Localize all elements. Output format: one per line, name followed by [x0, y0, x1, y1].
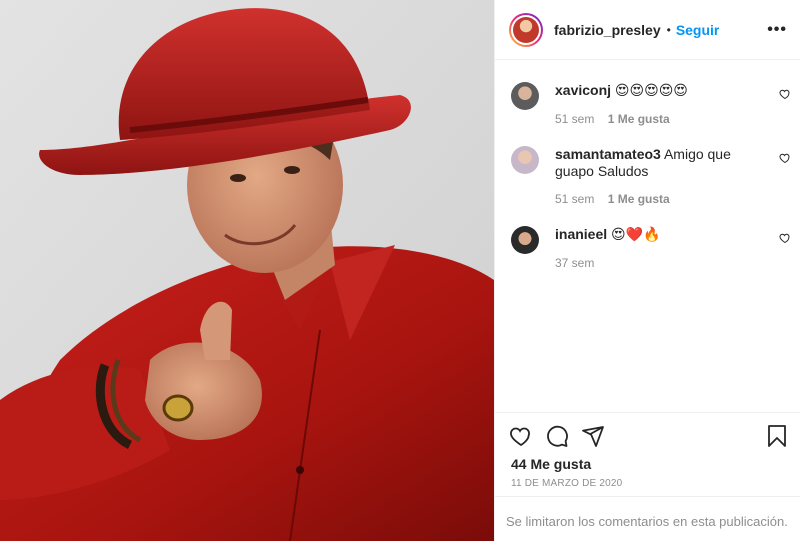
author-avatar[interactable] — [509, 12, 543, 47]
comment-meta: 51 sem 1 Me gusta — [555, 112, 670, 126]
comment-text: 😍❤️🔥 — [611, 226, 661, 242]
bookmark-icon[interactable] — [765, 424, 789, 448]
post-side-panel: fabrizio_presley • Seguir ••• xaviconj 😍… — [494, 0, 800, 541]
post-actions: 44 Me gusta 11 DE MARZO DE 2020 Se limit… — [495, 412, 800, 541]
action-bar — [509, 424, 789, 450]
heart-icon[interactable] — [509, 424, 533, 448]
author-avatar-image — [513, 16, 539, 43]
comment-icon[interactable] — [545, 424, 569, 448]
comment-time[interactable]: 51 sem — [555, 112, 594, 126]
post-date[interactable]: 11 DE MARZO DE 2020 — [511, 478, 622, 489]
post-header: fabrizio_presley • Seguir ••• — [495, 0, 800, 60]
post-image[interactable] — [0, 0, 494, 541]
commenter-avatar[interactable] — [511, 226, 539, 254]
comment-time[interactable]: 51 sem — [555, 192, 594, 206]
comment-heart-icon[interactable] — [779, 232, 791, 244]
author-avatar-frame — [511, 14, 541, 45]
comment-username[interactable]: samantamateo3 — [555, 146, 661, 162]
comment-meta: 51 sem 1 Me gusta — [555, 192, 670, 206]
commenter-avatar[interactable] — [511, 146, 539, 174]
header-separator: • — [666, 22, 671, 37]
comment-likes[interactable]: 1 Me gusta — [608, 192, 670, 206]
comment-heart-icon[interactable] — [779, 152, 791, 164]
comment-item: samantamateo3 Amigo que guapo Saludos 51… — [511, 146, 791, 216]
comment-text: 😍😍😍😍😍 — [614, 82, 688, 98]
comment-username[interactable]: inanieel — [555, 226, 607, 242]
comment-time[interactable]: 37 sem — [555, 256, 594, 270]
comments-list: xaviconj 😍😍😍😍😍 51 sem 1 Me gusta samanta… — [495, 60, 800, 412]
share-icon[interactable] — [581, 424, 605, 448]
comment-body: inanieel 😍❤️🔥 — [555, 226, 755, 243]
author-username[interactable]: fabrizio_presley — [554, 22, 661, 38]
comment-heart-icon[interactable] — [779, 88, 791, 100]
comment-body: xaviconj 😍😍😍😍😍 — [555, 82, 755, 99]
comments-limited-notice: Se limitaron los comentarios en esta pub… — [495, 496, 800, 541]
post-likes-count[interactable]: 44 Me gusta — [511, 456, 591, 472]
comment-body: samantamateo3 Amigo que guapo Saludos — [555, 146, 755, 180]
comment-username[interactable]: xaviconj — [555, 82, 611, 98]
comment-likes[interactable]: 1 Me gusta — [608, 112, 670, 126]
post-photo-illustration — [0, 0, 494, 541]
comment-item: xaviconj 😍😍😍😍😍 51 sem 1 Me gusta — [511, 82, 791, 142]
more-options-icon[interactable]: ••• — [767, 22, 787, 38]
comment-item: inanieel 😍❤️🔥 37 sem — [511, 226, 791, 276]
follow-button[interactable]: Seguir — [676, 22, 720, 38]
commenter-avatar[interactable] — [511, 82, 539, 110]
comment-meta: 37 sem — [555, 256, 594, 270]
